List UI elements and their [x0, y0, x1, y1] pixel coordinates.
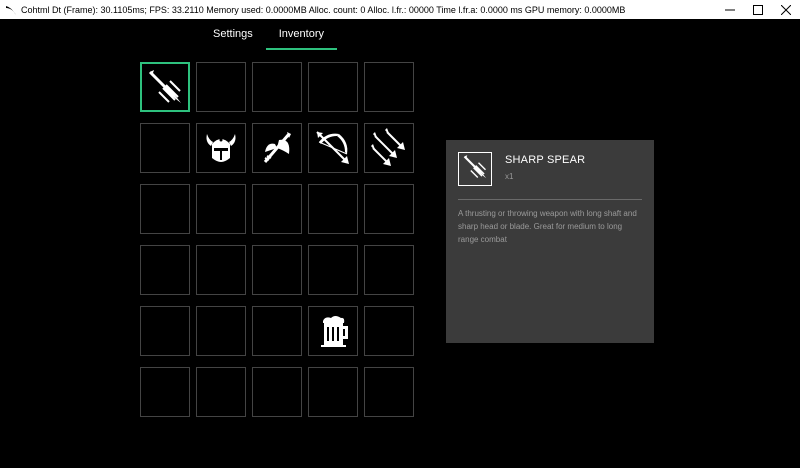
inventory-slot-empty[interactable] — [308, 367, 358, 417]
item-description: A thrusting or throwing weapon with long… — [458, 209, 637, 244]
spear-icon — [461, 153, 489, 186]
bow-arrow-icon — [313, 128, 353, 168]
tab-inventory[interactable]: Inventory — [265, 19, 338, 50]
inventory-slot-empty[interactable] — [196, 62, 246, 112]
app-logo-icon — [3, 0, 19, 19]
inventory-slot-empty[interactable] — [364, 62, 414, 112]
inventory-slot-arrows[interactable] — [364, 123, 414, 173]
inventory-slot-beer-mug[interactable] — [308, 306, 358, 356]
inventory-slot-empty[interactable] — [140, 123, 190, 173]
inventory-grid — [140, 62, 414, 417]
inventory-slot-empty[interactable] — [140, 245, 190, 295]
inventory-slot-empty[interactable] — [140, 306, 190, 356]
inventory-slot-bow-arrow[interactable] — [308, 123, 358, 173]
spear-icon — [145, 67, 185, 107]
tab-settings[interactable]: Settings — [200, 19, 266, 49]
inventory-slot-empty[interactable] — [140, 367, 190, 417]
item-quantity: x1 — [505, 172, 514, 181]
maximize-icon — [753, 4, 763, 15]
tab-bar: Settings Inventory — [200, 19, 338, 51]
maximize-button[interactable] — [744, 0, 772, 19]
item-details-panel: SHARP SPEAR x1 A thrusting or throwing w… — [446, 140, 654, 343]
inventory-slot-empty[interactable] — [252, 184, 302, 234]
divider — [458, 199, 642, 200]
axe-icon — [257, 128, 297, 168]
close-button[interactable] — [772, 0, 800, 19]
inventory-slot-empty[interactable] — [364, 306, 414, 356]
inventory-slot-empty[interactable] — [252, 367, 302, 417]
close-icon — [781, 4, 791, 15]
minimize-button[interactable] — [716, 0, 744, 19]
inventory-slot-empty[interactable] — [308, 184, 358, 234]
inventory-slot-empty[interactable] — [308, 62, 358, 112]
inventory-slot-empty[interactable] — [252, 62, 302, 112]
title-bar: Cohtml Dt (Frame): 30.1105ms; FPS: 33.21… — [0, 0, 800, 19]
inventory-slot-empty[interactable] — [364, 245, 414, 295]
window-controls — [716, 0, 800, 19]
inventory-slot-axe[interactable] — [252, 123, 302, 173]
inventory-slot-empty[interactable] — [252, 245, 302, 295]
item-name: SHARP SPEAR — [505, 154, 586, 166]
inventory-slot-spear[interactable] — [140, 62, 190, 112]
inventory-slot-empty[interactable] — [140, 184, 190, 234]
horned-helmet-icon — [201, 128, 241, 168]
inventory-slot-empty[interactable] — [196, 367, 246, 417]
inventory-slot-empty[interactable] — [308, 245, 358, 295]
arrows-icon — [369, 128, 409, 168]
beer-mug-icon — [313, 311, 353, 351]
inventory-slot-empty[interactable] — [364, 184, 414, 234]
inventory-slot-empty[interactable] — [196, 245, 246, 295]
minimize-icon — [725, 9, 735, 10]
window-title: Cohtml Dt (Frame): 30.1105ms; FPS: 33.21… — [21, 4, 626, 15]
inventory-slot-empty[interactable] — [196, 306, 246, 356]
inventory-slot-horned-helmet[interactable] — [196, 123, 246, 173]
inventory-slot-empty[interactable] — [364, 367, 414, 417]
inventory-slot-empty[interactable] — [196, 184, 246, 234]
inventory-slot-empty[interactable] — [252, 306, 302, 356]
item-details-icon — [458, 152, 492, 186]
